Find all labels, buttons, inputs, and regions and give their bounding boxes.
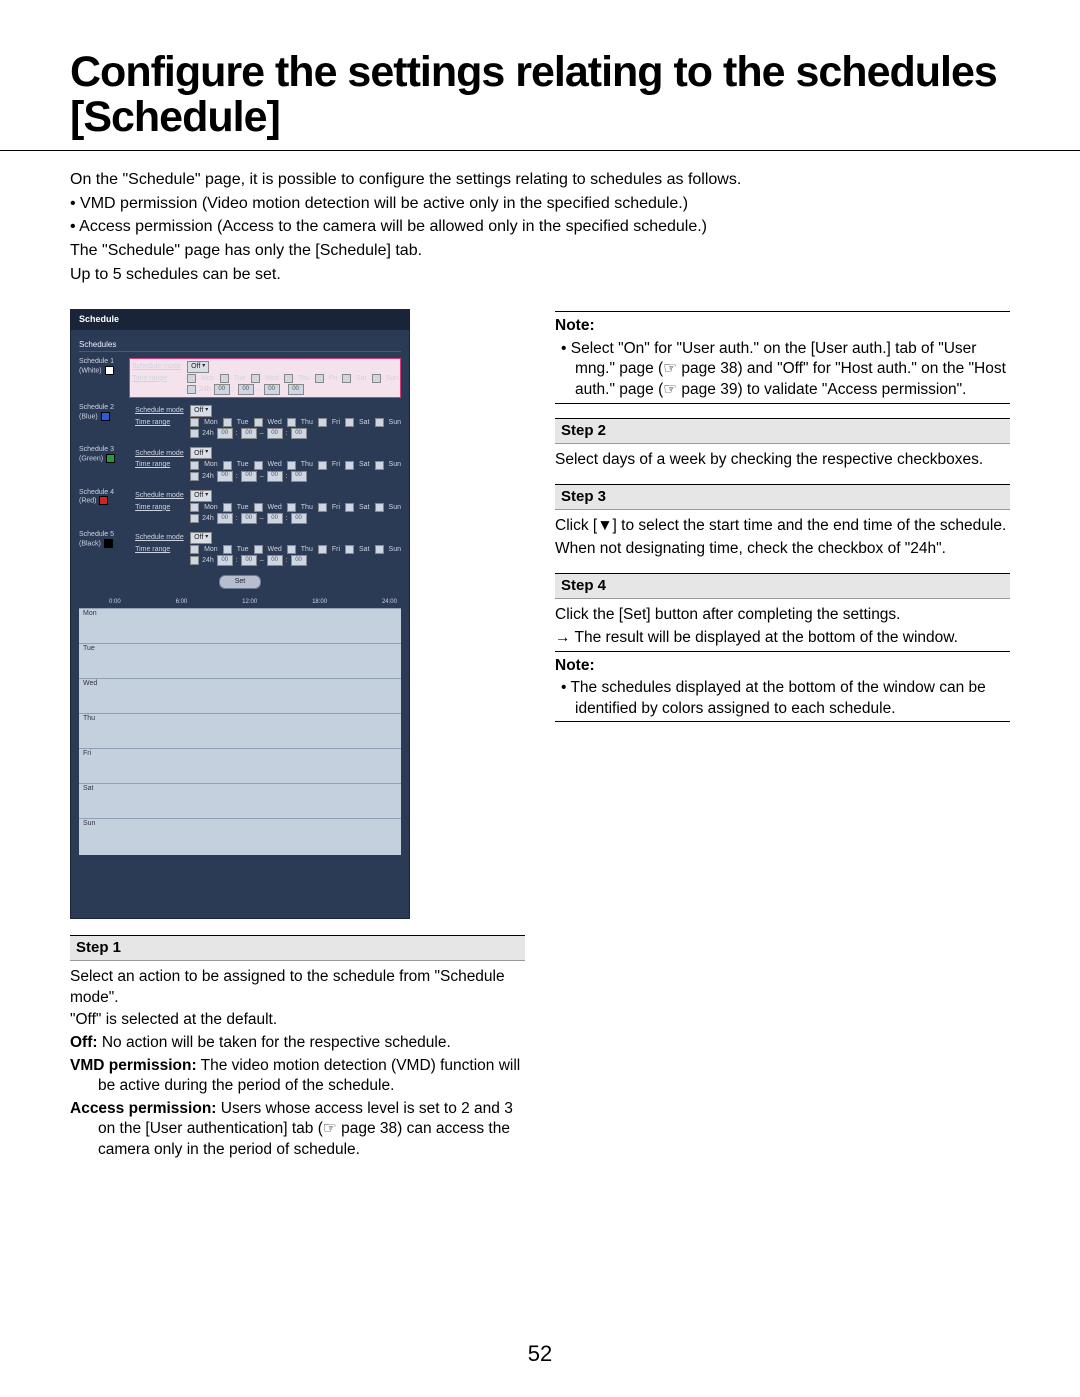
shot-schedule-row: Schedule 4(Red) Schedule modeOff ▾Time r… [79,489,401,525]
shot-schedule-row: Schedule 2(Blue) Schedule modeOff ▾Time … [79,404,401,440]
step1-vmd: VMD permission: The video motion detecti… [70,1056,525,1097]
note1-rule-top [555,311,1010,312]
right-column: Note: • Select "On" for "User auth." on … [555,309,1010,1162]
shot-schedule-row: Schedule 5(Black) Schedule modeOff ▾Time… [79,531,401,567]
note2-heading: Note: [555,656,1010,677]
step1-p2: "Off" is selected at the default. [70,1010,525,1031]
step4-t1: Click the [Set] button after completing … [555,605,1010,626]
off-label: Off: [70,1034,98,1051]
step1-p1: Select an action to be assigned to the s… [70,967,525,1008]
page-title: Configure the settings relating to the s… [70,50,1010,140]
intro-l5: Up to 5 schedules can be set. [70,264,1010,286]
vmd-label: VMD permission: [70,1057,197,1074]
shot-section: Schedules [79,340,401,352]
note2-rule-top [555,651,1010,652]
off-text: No action will be taken for the respecti… [98,1034,451,1051]
schedule-screenshot: Schedule Schedules Schedule 1(White) Sch… [70,309,410,919]
shot-schedule-row: Schedule 3(Green) Schedule modeOff ▾Time… [79,446,401,482]
note2-rule-bot [555,721,1010,722]
step1-acc: Access permission: Users whose access le… [70,1099,525,1161]
step1-heading: Step 1 [70,935,525,961]
shot-schedule-row: Schedule 1(White) Schedule modeOff ▾Time… [79,358,401,398]
step3-heading: Step 3 [555,484,1010,510]
step2-text: Select days of a week by checking the re… [555,450,1010,471]
step4-heading: Step 4 [555,573,1010,599]
note1-text: • Select "On" for "User auth." on the [U… [555,339,1010,401]
intro-l4: The "Schedule" page has only the [Schedu… [70,240,1010,262]
step1-off: Off: No action will be taken for the res… [70,1033,525,1054]
note2-text: • The schedules displayed at the bottom … [555,678,1010,719]
note1-heading: Note: [555,316,1010,337]
intro-l2: • VMD permission (Video motion detection… [70,193,1010,215]
left-column: Schedule Schedules Schedule 1(White) Sch… [70,309,525,1162]
step3-t1: Click [▼] to select the start time and t… [555,516,1010,537]
shot-timeline: 0:006:0012:0018:0024:00 MonTueWedThuFriS… [79,597,401,855]
step2-heading: Step 2 [555,418,1010,444]
title-rule [0,150,1080,151]
step4-t2: → The result will be displayed at the bo… [555,628,1010,649]
acc-label: Access permission: [70,1100,216,1117]
shot-tab: Schedule [71,310,409,330]
page-number: 52 [0,1341,1080,1367]
intro-l3: • Access permission (Access to the camer… [70,216,1010,238]
shot-set-button: Set [219,575,261,589]
step3-t2: When not designating time, check the che… [555,539,1010,560]
intro-l1: On the "Schedule" page, it is possible t… [70,169,1010,191]
note1-rule-bot [555,403,1010,404]
intro-block: On the "Schedule" page, it is possible t… [70,169,1010,285]
